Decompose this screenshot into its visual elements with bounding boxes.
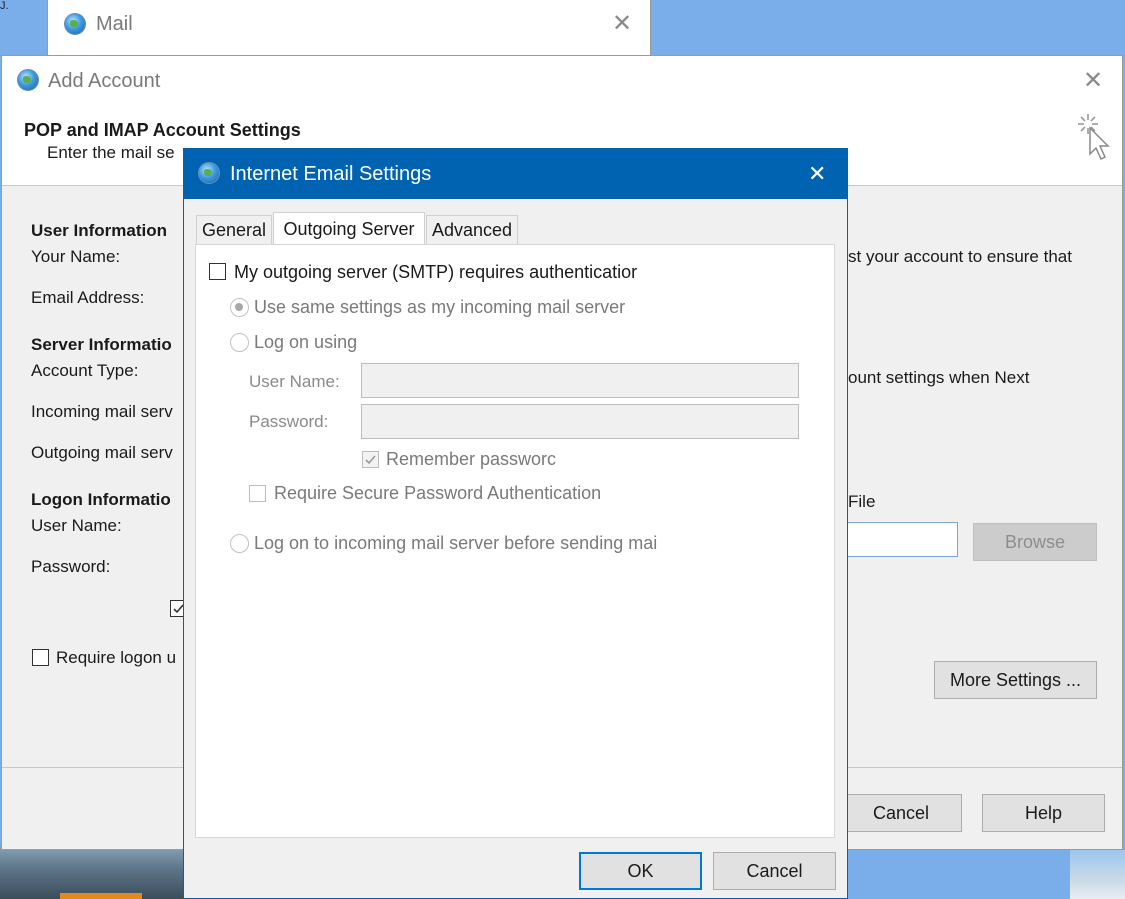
busy-cursor-icon — [1078, 114, 1110, 161]
server-info-header: Server Informatio — [31, 335, 172, 354]
smtp-auth-label: My outgoing server (SMTP) requires authe… — [234, 262, 638, 282]
account-type-label: Account Type: — [31, 361, 139, 380]
require-logon-checkbox[interactable] — [32, 649, 49, 666]
log-on-using-radio[interactable] — [230, 333, 249, 352]
page-heading: POP and IMAP Account Settings — [24, 120, 301, 140]
tab-general[interactable]: General — [196, 215, 272, 245]
auth-user-name-input[interactable] — [361, 363, 799, 398]
logon-info-header: Logon Informatio — [31, 490, 171, 509]
more-settings-button[interactable]: More Settings ... — [934, 661, 1097, 699]
help-button[interactable]: Help — [982, 794, 1105, 832]
logon-user-name-label: User Name: — [31, 516, 122, 535]
mail-close-icon[interactable]: ✕ — [612, 12, 632, 36]
desktop-corner-text: J. — [0, 0, 9, 12]
tab-advanced[interactable]: Advanced — [426, 215, 518, 245]
page-subheading: Enter the mail se — [47, 143, 175, 162]
add-account-titlebar: Add Account ✕ — [2, 56, 1122, 108]
smtp-auth-checkbox[interactable] — [209, 263, 226, 280]
mail-window-title: Mail — [96, 13, 133, 35]
dialog-title: Internet Email Settings — [230, 163, 432, 185]
log-on-incoming-label: Log on to incoming mail server before se… — [254, 533, 658, 553]
logon-password-label: Password: — [31, 557, 111, 576]
user-info-header: User Information — [31, 221, 168, 240]
internet-email-settings-dialog: Internet Email Settings ✕ General Outgoi… — [183, 148, 848, 899]
your-name-label: Your Name: — [31, 247, 121, 266]
tab-outgoing-server[interactable]: Outgoing Server — [273, 212, 425, 246]
same-settings-radio[interactable] — [230, 298, 249, 317]
add-account-title: Add Account — [48, 70, 161, 92]
desktop-taskbar-fragment — [60, 893, 142, 899]
add-account-globe-icon — [17, 69, 39, 91]
spa-checkbox[interactable] — [249, 485, 266, 502]
email-address-label: Email Address: — [31, 288, 145, 307]
add-account-close-icon[interactable]: ✕ — [1083, 69, 1103, 93]
auth-user-name-label: User Name: — [249, 372, 340, 391]
log-on-incoming-radio[interactable] — [230, 534, 249, 553]
dialog-cancel-button[interactable]: Cancel — [713, 852, 836, 890]
remember-password-label: Remember passworc — [386, 449, 557, 469]
dialog-titlebar: Internet Email Settings ✕ — [184, 149, 847, 199]
dialog-globe-icon — [198, 162, 220, 184]
next-text: ount settings when Next — [848, 368, 1030, 387]
log-on-using-label: Log on using — [254, 332, 358, 352]
mail-globe-icon — [64, 13, 86, 35]
desktop-wallpaper-rocks — [0, 845, 190, 899]
same-settings-label: Use same settings as my incoming mail se… — [254, 297, 626, 317]
auth-password-input[interactable] — [361, 404, 799, 439]
desktop-wallpaper-sky — [1070, 850, 1125, 899]
data-file-text: File — [848, 492, 876, 511]
auth-password-label: Password: — [249, 412, 329, 431]
outgoing-server-panel: My outgoing server (SMTP) requires authe… — [195, 244, 835, 838]
cancel-button[interactable]: Cancel — [840, 794, 962, 832]
outgoing-server-label: Outgoing mail serv — [31, 443, 173, 462]
spa-label: Require Secure Password Authentication — [274, 483, 602, 503]
dialog-close-icon[interactable]: ✕ — [808, 161, 826, 187]
ok-button[interactable]: OK — [579, 852, 702, 890]
mail-window: Mail ✕ — [47, 0, 651, 58]
require-logon-label: Require logon u — [56, 648, 177, 667]
browse-button[interactable]: Browse — [973, 523, 1097, 561]
incoming-server-label: Incoming mail serv — [31, 402, 173, 421]
test-account-text: st your account to ensure that — [848, 247, 1072, 266]
remember-password-checkbox[interactable] — [362, 451, 379, 468]
